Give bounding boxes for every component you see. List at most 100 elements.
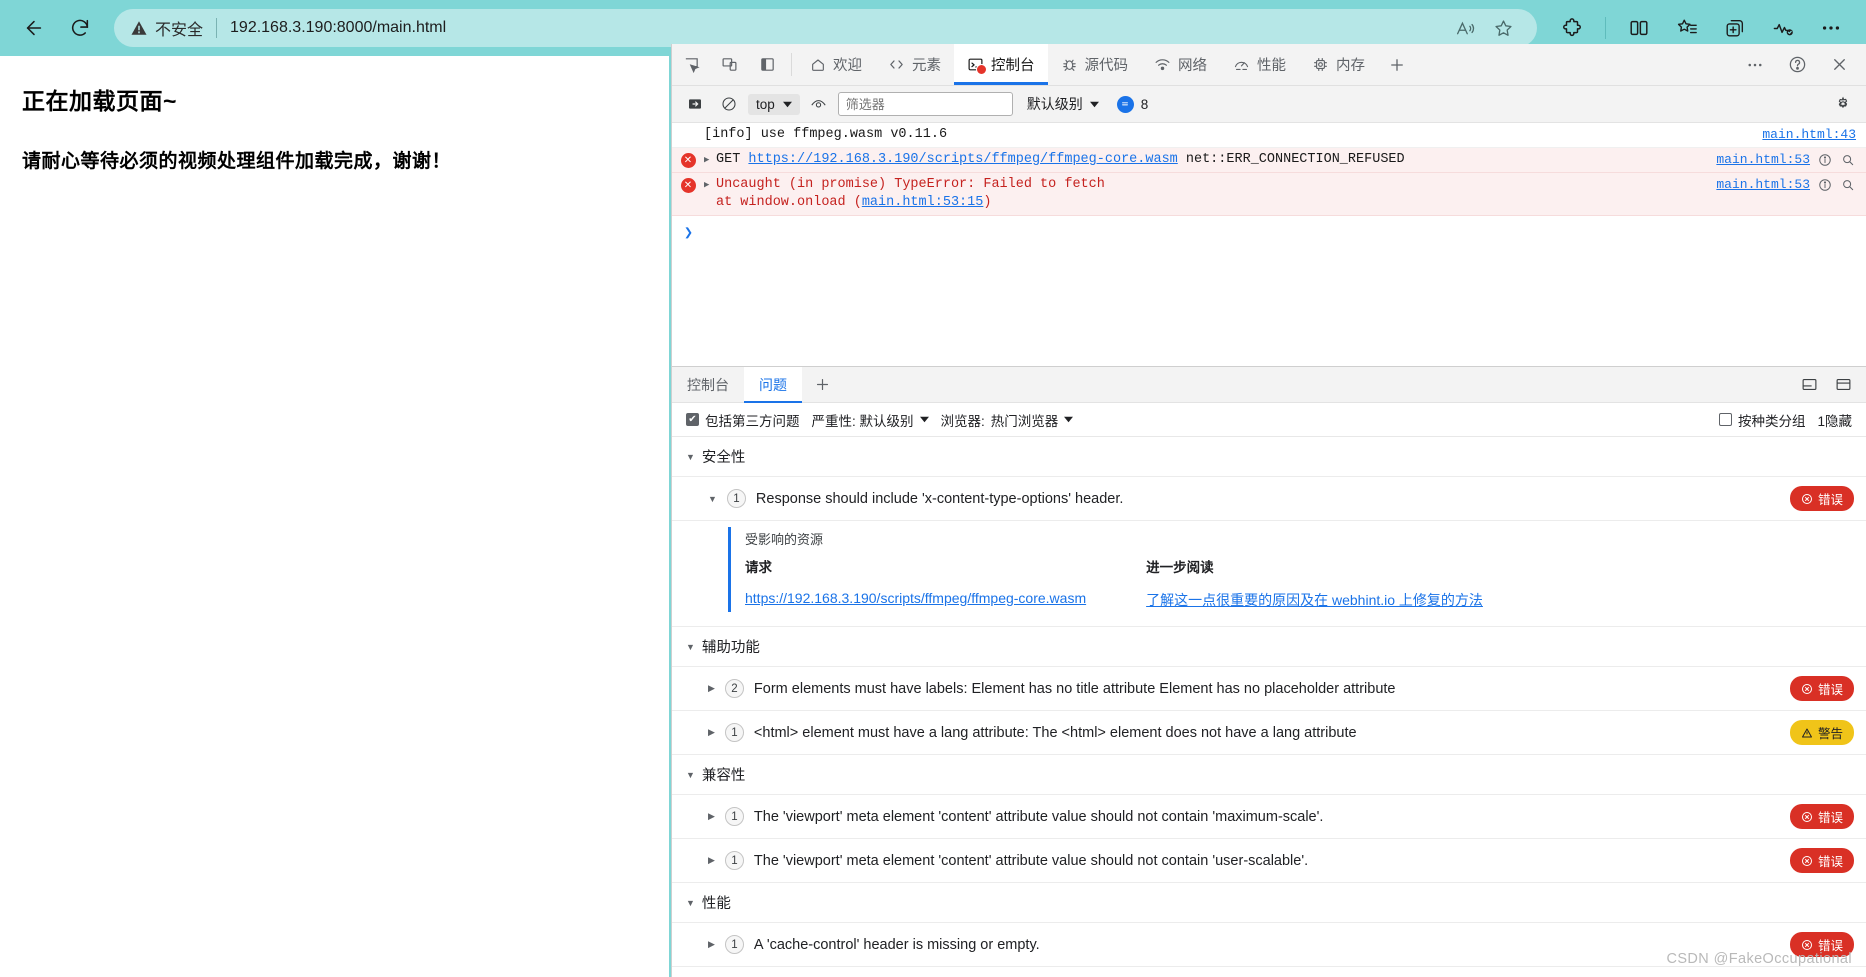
group-by-kind-checkbox[interactable]: 按种类分组 xyxy=(1718,410,1805,430)
issue-category-header[interactable]: ▼ 性能 xyxy=(672,883,1866,923)
star-icon[interactable] xyxy=(1485,11,1521,45)
add-panel-button[interactable] xyxy=(1378,44,1416,85)
console-sidebar-icon[interactable] xyxy=(680,91,710,117)
expand-arrow-icon[interactable]: ▶ xyxy=(708,855,715,866)
expand-arrow-icon[interactable]: ▼ xyxy=(708,494,717,504)
source-link[interactable]: main.html:43 xyxy=(1762,126,1856,144)
execution-context-selector[interactable]: top xyxy=(748,93,800,115)
status-badge-label: 错误 xyxy=(1817,683,1843,697)
expand-arrow-icon[interactable]: ▶ xyxy=(708,727,715,738)
close-icon[interactable] xyxy=(1818,55,1860,74)
inspect-icon[interactable] xyxy=(672,44,710,85)
dock-right-icon[interactable] xyxy=(1828,372,1858,398)
issue-row[interactable]: ▶ 1 The 'viewport' meta element 'content… xyxy=(672,839,1866,883)
tab-network[interactable]: 网络 xyxy=(1141,44,1220,85)
code-icon xyxy=(888,56,905,73)
console-messages-list: [info] use ffmpeg.wasm v0.11.6 main.html… xyxy=(672,123,1866,366)
tab-elements[interactable]: 元素 xyxy=(875,44,954,85)
message-icon-cell: ✕ xyxy=(672,176,704,193)
issue-category-label: 兼容性 xyxy=(701,768,746,784)
level-label: 默认级别 xyxy=(1026,96,1083,112)
split-screen-icon[interactable] xyxy=(1618,7,1660,49)
expand-arrow-icon[interactable]: ▶ xyxy=(708,811,715,822)
devtools-panel: 欢迎 元素 控制台 源代码 网络 性能 内存 top 筛选器 默认级别 8 [i… xyxy=(671,44,1866,977)
issue-category-header[interactable]: ▼ 兼容性 xyxy=(672,755,1866,795)
tab-sources[interactable]: 源代码 xyxy=(1048,44,1142,85)
issue-row[interactable]: ▼ 1 Response should include 'x-content-t… xyxy=(672,477,1866,521)
issue-row[interactable]: ▶ 2 Form elements must have labels: Elem… xyxy=(672,667,1866,711)
chevron-down-icon xyxy=(1089,100,1099,109)
issue-category-label: 辅助功能 xyxy=(701,640,760,656)
drawer-tab-label: 问题 xyxy=(759,376,787,393)
info-circle-icon[interactable] xyxy=(1816,152,1833,169)
issue-category-header[interactable]: ▼ 辅助功能 xyxy=(672,627,1866,667)
read-aloud-icon[interactable] xyxy=(1447,11,1483,45)
detail-column-further-reading: 进一步阅读 了解这一点很重要的原因及在 webhint.io 上修复的方法 xyxy=(1146,556,1483,610)
console-filter-input[interactable] xyxy=(837,92,1013,116)
source-link[interactable]: main.html:53 xyxy=(1716,151,1810,169)
not-secure-label: 不安全 xyxy=(155,22,204,39)
tab-console[interactable]: 控制台 xyxy=(954,44,1048,85)
url-text: 192.168.3.190:8000/main.html xyxy=(230,19,447,36)
collapse-arrow-icon: ▼ xyxy=(686,897,695,908)
issue-text: A 'cache-control' header is missing or e… xyxy=(753,936,1040,953)
tab-label: 欢迎 xyxy=(833,58,862,74)
chevron-down-icon xyxy=(782,100,792,109)
checkbox-icon: ✔ xyxy=(686,413,699,426)
browser-selector[interactable]: 浏览器: 热门浏览器 xyxy=(941,410,1074,430)
issue-row[interactable]: ▶ 1 The 'viewport' meta element 'content… xyxy=(672,795,1866,839)
expand-arrow-icon[interactable]: ▶ xyxy=(704,151,716,169)
tab-memory[interactable]: 内存 xyxy=(1299,44,1378,85)
severity-selector[interactable]: 严重性: 默认级别 xyxy=(812,410,929,430)
tab-welcome[interactable]: 欢迎 xyxy=(797,44,875,85)
more-options-icon[interactable] xyxy=(1810,7,1852,49)
info-circle-icon[interactable] xyxy=(1816,177,1833,194)
help-icon[interactable] xyxy=(1776,55,1818,74)
live-expression-icon[interactable] xyxy=(804,91,834,117)
expand-arrow-icon[interactable]: ▶ xyxy=(708,939,715,950)
tab-performance[interactable]: 性能 xyxy=(1220,44,1299,85)
reload-button[interactable] xyxy=(60,8,100,48)
chevron-down-icon xyxy=(1064,415,1074,424)
expand-arrow-icon[interactable]: ▶ xyxy=(704,176,716,194)
drawer-add-tab-button[interactable] xyxy=(802,367,843,402)
drawer-tab-issues[interactable]: 问题 xyxy=(744,367,802,403)
status-badge: 错误 xyxy=(1789,676,1854,701)
device-toolbar-icon[interactable] xyxy=(710,44,748,85)
issue-text: Form elements must have labels: Element … xyxy=(753,680,1396,697)
third-party-issues-checkbox[interactable]: ✔ 包括第三方问题 xyxy=(686,410,800,430)
further-reading-link[interactable]: 了解这一点很重要的原因及在 webhint.io 上修复的方法 xyxy=(1146,592,1483,608)
affected-resource-link[interactable]: https://192.168.3.190/scripts/ffmpeg/ffm… xyxy=(745,590,1086,606)
back-button[interactable] xyxy=(14,8,54,48)
clear-console-icon[interactable] xyxy=(714,91,744,117)
drawer-tab-console[interactable]: 控制台 xyxy=(672,367,744,402)
dock-side-icon[interactable] xyxy=(748,44,786,85)
console-message-count: 8 xyxy=(1116,95,1148,113)
browser-essentials-icon[interactable] xyxy=(1762,7,1804,49)
message-link[interactable]: https://192.168.3.190/scripts/ffmpeg/ffm… xyxy=(748,152,1177,167)
search-icon[interactable] xyxy=(1839,177,1856,194)
search-icon[interactable] xyxy=(1839,152,1856,169)
collections-icon[interactable] xyxy=(1714,7,1756,49)
console-message-error: ✕ ▶ Uncaught (in promise) TypeError: Fai… xyxy=(672,173,1866,216)
stack-link[interactable]: main.html:53:15 xyxy=(862,195,984,210)
favorites-list-icon[interactable] xyxy=(1666,7,1708,49)
dock-bottom-icon[interactable] xyxy=(1794,372,1824,398)
console-message-info: [info] use ffmpeg.wasm v0.11.6 main.html… xyxy=(672,123,1866,148)
address-bar[interactable]: 不安全 192.168.3.190:8000/main.html xyxy=(114,9,1537,47)
console-level-selector[interactable]: 默认级别 xyxy=(1027,94,1099,114)
settings-gear-icon[interactable] xyxy=(1828,91,1858,117)
info-badge-icon xyxy=(1116,95,1134,113)
tab-label: 内存 xyxy=(1336,58,1365,74)
console-prompt[interactable]: ❯ xyxy=(672,216,1866,242)
source-link[interactable]: main.html:53 xyxy=(1716,176,1810,194)
message-source: main.html:53 xyxy=(1716,151,1866,169)
more-tools-icon[interactable] xyxy=(1734,56,1776,74)
issue-row[interactable]: ▶ 1 <html> element must have a lang attr… xyxy=(672,711,1866,755)
expand-arrow-icon[interactable]: ▶ xyxy=(708,683,715,694)
issue-category-header[interactable]: ▼ 安全性 xyxy=(672,437,1866,477)
issue-category-label: 安全性 xyxy=(701,450,746,466)
extensions-icon[interactable] xyxy=(1551,7,1593,49)
error-badge-icon xyxy=(1801,683,1813,695)
issues-list: ▼ 安全性 ▼ 1 Response should include 'x-con… xyxy=(672,437,1866,977)
